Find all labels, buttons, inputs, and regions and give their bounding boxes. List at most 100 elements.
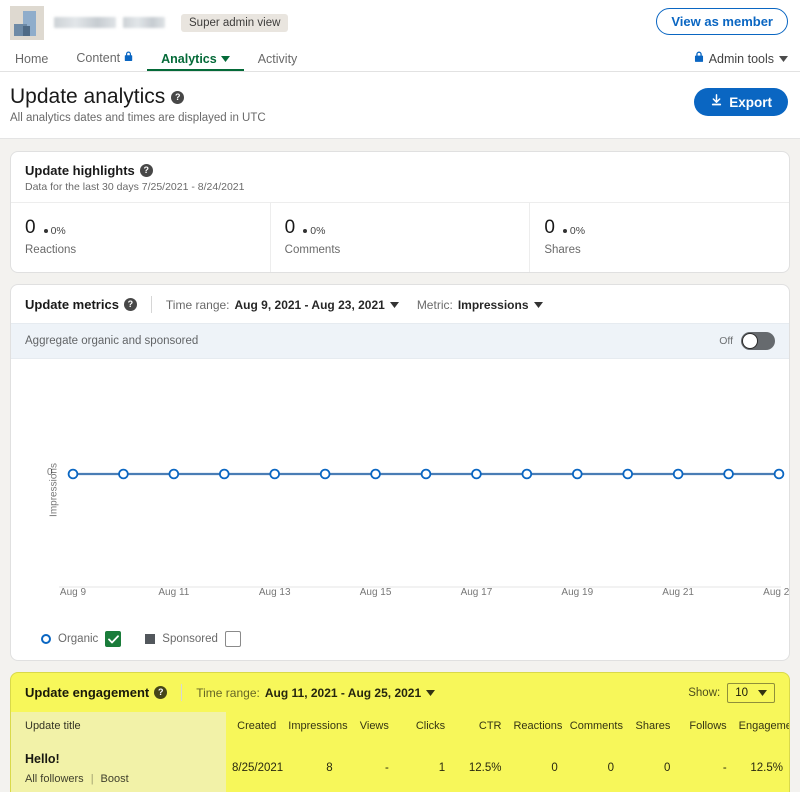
update-metrics-help-icon[interactable]: ?: [123, 298, 137, 311]
sponsored-marker-icon: [145, 634, 156, 644]
aggregate-label: Aggregate organic and sponsored: [25, 335, 199, 347]
engagement-table: Update title Created Impressions Views C…: [11, 712, 789, 792]
export-button-label: Export: [729, 94, 772, 110]
chart-svg: [59, 468, 785, 588]
aggregate-toggle[interactable]: [741, 332, 775, 350]
highlight-stat-shares: 0 0% Shares: [530, 203, 789, 272]
chart-data-point[interactable]: [370, 468, 381, 480]
engagement-time-range-value: Aug 11, 2021 - Aug 25, 2021: [264, 685, 422, 700]
divider: [181, 684, 183, 701]
comments-delta-text: 0%: [310, 225, 326, 237]
update-title-link[interactable]: Hello!: [25, 752, 220, 766]
admin-lock-icon: [694, 51, 704, 66]
cell-engagement-rate: 12.5%: [750, 761, 783, 774]
nav-label-home: Home: [15, 51, 49, 66]
update-highlights-title: Update highlights ?: [25, 163, 775, 178]
legend-item-sponsored[interactable]: Sponsored: [145, 631, 241, 647]
admin-tools-menu[interactable]: Admin tools: [694, 51, 788, 66]
nav-label-activity: Activity: [257, 51, 298, 66]
aggregate-row: Aggregate organic and sponsored Off: [11, 323, 789, 359]
show-count-select[interactable]: 10: [727, 682, 775, 703]
th-comments[interactable]: Comments: [564, 712, 623, 741]
chart-data-point[interactable]: [622, 468, 634, 480]
highlight-stats: 0 0% Reactions 0 0% Comments 0 0% Shares: [11, 202, 789, 272]
admin-tools-label: Admin tools: [708, 51, 774, 66]
organic-marker-icon: [41, 634, 51, 644]
th-follows[interactable]: Follows: [676, 712, 732, 741]
time-range-chevron-down-icon: [389, 301, 399, 310]
cell-impressions: 8: [326, 761, 333, 774]
chart-data-point[interactable]: [218, 468, 230, 480]
engagement-time-range-dropdown[interactable]: Time range: Aug 11, 2021 - Aug 25, 2021: [196, 685, 436, 700]
update-metrics-title: Update metrics ?: [25, 297, 137, 312]
aggregate-toggle-wrap: Off: [719, 332, 775, 350]
delta-dot-icon: [562, 229, 567, 233]
chart-x-tick-label: Aug 23: [763, 587, 790, 598]
engagement-table-scroll: Update title Created Impressions Views C…: [11, 712, 789, 792]
delta-dot-icon: [43, 229, 48, 233]
chart-data-point[interactable]: [521, 468, 533, 480]
sponsored-checkbox[interactable]: [224, 631, 241, 647]
nav-item-home[interactable]: Home: [10, 51, 62, 72]
chart-data-point[interactable]: [319, 468, 331, 480]
chart-data-point[interactable]: [118, 468, 129, 480]
chart-data-point[interactable]: [471, 468, 482, 480]
metric-value: Impressions: [457, 297, 529, 312]
chart-data-point[interactable]: [269, 468, 281, 480]
legend-item-organic[interactable]: Organic: [41, 631, 122, 647]
export-button[interactable]: Export: [694, 88, 788, 116]
chart-data-point[interactable]: [672, 468, 684, 480]
chart-data-point[interactable]: [773, 468, 785, 480]
update-engagement-help-icon[interactable]: ?: [154, 686, 168, 699]
chart-data-point[interactable]: [723, 468, 734, 480]
nav-item-content[interactable]: Content: [62, 51, 147, 71]
org-name-redacted: [54, 14, 165, 32]
aggregate-toggle-state: Off: [719, 335, 733, 347]
chart-x-tick-label: Aug 21: [662, 587, 694, 598]
th-clicks[interactable]: Clicks: [395, 712, 451, 741]
metric-select-dropdown[interactable]: Metric: Impressions: [417, 298, 543, 312]
update-metrics-chart: Impressions 0 Aug 9 Aug 11 Aug 13 Aug 15 Aug…: [11, 359, 789, 621]
reactions-delta: 0%: [43, 225, 66, 237]
metrics-time-range-dropdown[interactable]: Time range: Aug 9, 2021 - Aug 23, 2021: [166, 298, 399, 312]
update-highlights-title-text: Update highlights: [25, 163, 135, 178]
super-admin-view-badge: Super admin view: [181, 13, 289, 32]
org-brand[interactable]: Super admin view: [0, 5, 289, 40]
nav-item-activity[interactable]: Activity: [244, 51, 312, 72]
cell-shares: 0: [663, 761, 671, 774]
chart-data-point[interactable]: [67, 468, 79, 480]
chart-data-point[interactable]: [420, 468, 432, 480]
cell-ctr: 12.5%: [468, 761, 502, 774]
th-engagement-rate[interactable]: Engagement rate: [733, 712, 789, 741]
main-content: Update highlights ? Data for the last 30…: [0, 139, 800, 792]
th-reactions[interactable]: Reactions: [507, 712, 563, 741]
organic-checkbox[interactable]: [105, 631, 122, 647]
update-highlights-card: Update highlights ? Data for the last 30…: [10, 151, 790, 273]
th-shares[interactable]: Shares: [620, 712, 676, 741]
cell-comments: 0: [607, 761, 615, 774]
th-created[interactable]: Created: [226, 712, 282, 741]
boost-link[interactable]: Boost: [101, 773, 129, 785]
help-icon[interactable]: ?: [171, 90, 185, 104]
chart-x-axis-labels: Aug 9 Aug 11 Aug 13 Aug 15 Aug 17 Aug 19 Aug 2…: [11, 587, 789, 603]
show-count-chevron-down-icon: [758, 689, 767, 698]
legend-label-organic: Organic: [58, 633, 99, 645]
download-icon: [710, 94, 723, 110]
nav-label-content: Content: [76, 50, 121, 65]
page-header: Update analytics ? All analytics dates a…: [0, 72, 800, 139]
chart-data-point[interactable]: [168, 468, 180, 480]
analytics-page: Super admin view View as member Home Con…: [0, 0, 800, 792]
toggle-knob: [742, 333, 758, 349]
comments-value: 0: [284, 217, 296, 238]
metric-label: Metric:: [416, 297, 453, 312]
th-ctr[interactable]: CTR: [451, 712, 507, 741]
shares-label: Shares: [544, 244, 581, 256]
view-as-member-button[interactable]: View as member: [656, 8, 788, 35]
nav-item-analytics[interactable]: Analytics: [147, 52, 244, 71]
update-highlights-help-icon[interactable]: ?: [139, 164, 153, 177]
chart-x-tick-label: Aug 17: [460, 587, 493, 598]
chart-data-point[interactable]: [571, 468, 583, 480]
th-impressions[interactable]: Impressions: [282, 712, 347, 741]
th-update-title[interactable]: Update title: [11, 712, 226, 741]
cell-reactions: 0: [551, 761, 558, 774]
